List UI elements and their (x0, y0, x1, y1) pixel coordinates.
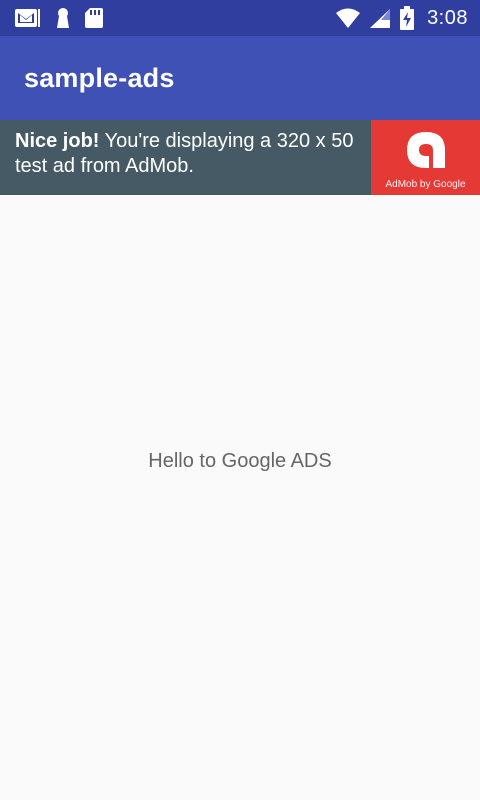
app-bar: sample-ads (0, 36, 480, 120)
admob-logo[interactable]: AdMob by Google (371, 120, 480, 195)
signal-icon (369, 8, 391, 28)
sd-card-icon (84, 7, 104, 29)
app-screen: 3:08 sample-ads Nice job! You're display… (0, 0, 480, 800)
admob-icon (403, 128, 449, 175)
status-bar: 3:08 (0, 0, 480, 36)
ad-text[interactable]: Nice job! You're displaying a 320 x 50 t… (0, 120, 371, 195)
ad-headline: Nice job! (15, 130, 100, 152)
app-title: sample-ads (24, 62, 175, 93)
clock: 3:08 (427, 6, 468, 29)
keyhole-icon (54, 7, 72, 29)
ad-banner[interactable]: Nice job! You're displaying a 320 x 50 t… (0, 120, 480, 195)
wifi-icon (335, 8, 361, 28)
gmail-icon (14, 7, 42, 29)
hello-text: Hello to Google ADS (148, 450, 332, 472)
status-right-icons: 3:08 (327, 6, 468, 30)
status-left-icons (14, 7, 116, 29)
battery-charging-icon (399, 6, 415, 30)
admob-caption: AdMob by Google (385, 179, 466, 190)
